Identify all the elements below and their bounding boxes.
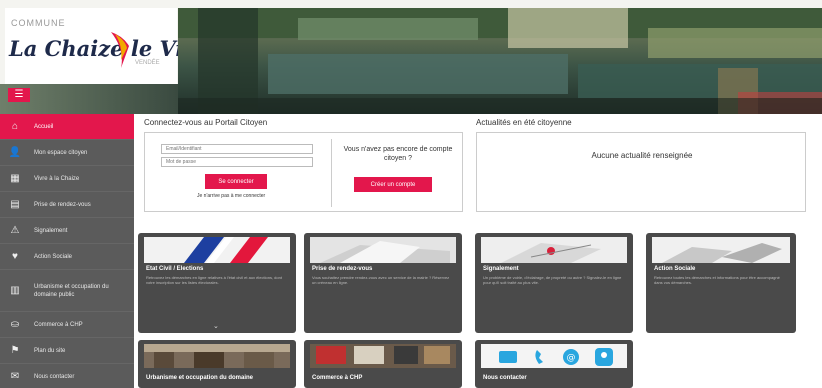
sidebar-item-label: Plan du site <box>34 347 66 354</box>
tile-image-contact: @ <box>481 344 627 368</box>
login-section-title: Connectez-vous au Portail Citoyen <box>144 118 268 127</box>
logo-mark-icon <box>111 32 129 68</box>
sidebar-item-rendez-vous[interactable]: ▤ Prise de rendez-vous <box>0 192 134 218</box>
sidebar-item-label: Commerce à CHP <box>34 321 83 328</box>
main-content: Connectez-vous au Portail Citoyen Se con… <box>134 114 822 388</box>
sidebar-item-label: Accueil <box>34 123 54 130</box>
sidebar-item-contact[interactable]: ✉ Nous contacter <box>0 364 134 388</box>
tile-image-hands <box>652 237 790 263</box>
shop-icon: ⛀ <box>10 319 20 330</box>
tile-urbanisme[interactable]: Urbanisme et occupation du domaine <box>138 340 296 388</box>
tile-text: Retrouvez toutes les démarches et inform… <box>654 275 780 285</box>
sitemap-icon: ⚑ <box>10 345 20 356</box>
banner-photo <box>178 8 822 114</box>
tile-title: Etat Civil / Elections <box>146 266 204 272</box>
sidebar-item-label: Mon espace citoyen <box>34 149 88 156</box>
sidebar-item-label: Action Sociale <box>34 253 73 260</box>
city-icon: ▥ <box>10 285 20 296</box>
create-account-button[interactable]: Créer un compte <box>354 177 432 192</box>
calendar-icon: ▤ <box>10 199 20 210</box>
tile-title: Urbanisme et occupation du domaine <box>146 375 254 381</box>
tile-title: Nous contacter <box>483 375 527 381</box>
tile-title: Signalement <box>483 266 519 272</box>
sidebar-item-label: Vivre à la Chaize <box>34 175 80 182</box>
sidebar-item-vivre[interactable]: ▦ Vivre à la Chaize <box>0 166 134 192</box>
tile-commerce[interactable]: Commerce à CHP <box>304 340 462 388</box>
tile-rendez-vous[interactable]: Prise de rendez-vous Vous souhaitez pren… <box>304 233 462 333</box>
hamburger-icon: ☰ <box>14 89 24 100</box>
email-field[interactable] <box>161 144 313 154</box>
tile-image-papers <box>310 237 456 263</box>
home-icon: ⌂ <box>11 121 19 132</box>
warning-icon: ⚠ <box>10 225 20 236</box>
sidebar-item-label: Prise de rendez-vous <box>34 201 91 208</box>
sidebar-item-action-sociale[interactable]: ♥ Action Sociale <box>0 244 134 270</box>
tile-image-flag <box>144 237 290 263</box>
logo-commune-label: COMMUNE <box>11 18 66 28</box>
tile-signalement[interactable]: Signalement Un problème de voirie, d'écl… <box>475 233 633 333</box>
sidebar-item-signalement[interactable]: ⚠ Signalement <box>0 218 134 244</box>
tile-image-shop <box>310 344 456 368</box>
tile-text: Vous souhaitez prendre rendez-vous avec … <box>312 275 450 285</box>
no-account-question: Vous n'avez pas encore de compte citoyen… <box>343 146 453 162</box>
building-icon: ▦ <box>10 173 20 184</box>
header-banner-image <box>178 8 822 114</box>
sidebar-item-accueil[interactable]: ⌂ Accueil <box>0 114 134 140</box>
tile-title: Prise de rendez-vous <box>312 266 373 272</box>
tile-title: Action Sociale <box>654 266 696 272</box>
tile-image-map <box>481 237 627 263</box>
heart-icon: ♥ <box>12 251 18 262</box>
sidebar-item-urbanisme[interactable]: ▥ Urbanisme et occupation du domaine pub… <box>0 270 134 312</box>
message-icon <box>499 351 517 363</box>
menu-toggle-button[interactable]: ☰ <box>8 88 30 102</box>
sidebar-item-mon-espace[interactable]: 👤 Mon espace citoyen <box>0 140 134 166</box>
site-header: COMMUNE La Chaize le Vicomte VENDÉE ☰ <box>0 0 822 114</box>
sidebar-item-plan-du-site[interactable]: ⚑ Plan du site <box>0 338 134 364</box>
logo-subtitle: VENDÉE <box>135 60 160 66</box>
sidebar-item-label: Urbanisme et occupation du domaine publi… <box>34 283 109 298</box>
site-logo[interactable]: COMMUNE La Chaize le Vicomte VENDÉE <box>5 8 255 84</box>
login-panel: Se connecter Je n'arrive pas à me connec… <box>144 132 463 212</box>
sidebar-item-label: Signalement <box>34 227 68 234</box>
tile-image-street <box>144 344 290 368</box>
sidebar-item-label: Nous contacter <box>34 373 75 380</box>
forgot-login-link[interactable]: Je n'arrive pas à me connecter <box>197 193 265 199</box>
password-field[interactable] <box>161 157 313 167</box>
sidebar-item-commerce[interactable]: ⛀ Commerce à CHP <box>0 312 134 338</box>
mail-icon: ✉ <box>10 371 20 382</box>
login-divider <box>331 139 332 207</box>
tile-etat-civil[interactable]: Etat Civil / Elections Retrouvez les dém… <box>138 233 296 333</box>
tile-action-sociale[interactable]: Action Sociale Retrouvez toutes les déma… <box>646 233 796 333</box>
tile-text: Retrouvez les démarches en ligne relativ… <box>146 275 282 285</box>
news-panel: Aucune actualité renseignée <box>476 132 806 212</box>
svg-text:@: @ <box>567 353 576 363</box>
sidebar-nav: ⌂ Accueil 👤 Mon espace citoyen ▦ Vivre à… <box>0 114 134 388</box>
login-button[interactable]: Se connecter <box>205 174 267 189</box>
news-section-title: Actualités en été citoyenne <box>476 118 572 127</box>
tile-nous-contacter[interactable]: @ Nous contacter <box>475 340 633 388</box>
tile-title: Commerce à CHP <box>312 375 363 381</box>
news-empty-text: Aucune actualité renseignée <box>591 151 693 160</box>
chevron-down-icon[interactable]: ⌄ <box>213 322 219 330</box>
user-icon: 👤 <box>8 147 22 158</box>
tile-text: Un problème de voirie, d'éclairage, de p… <box>483 275 622 285</box>
